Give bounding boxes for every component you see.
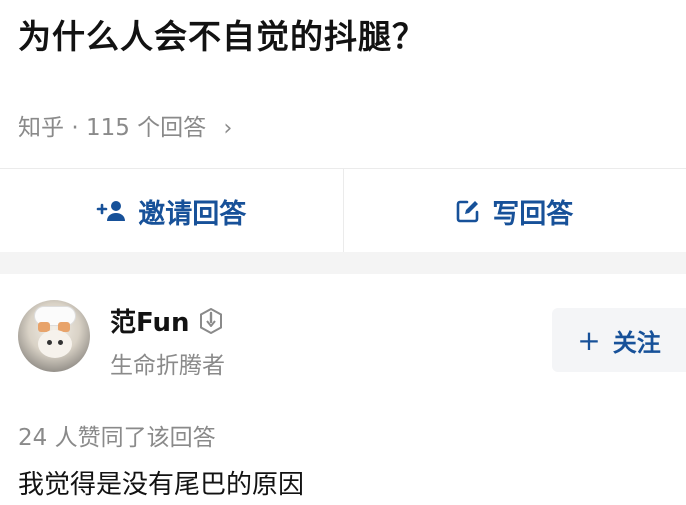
invite-answer-label: 邀请回答 <box>138 198 247 230</box>
author-name-row[interactable]: 范Fun <box>110 302 224 339</box>
question-meta[interactable]: 知乎 · 115 个回答 › <box>18 108 232 142</box>
edit-icon <box>456 200 479 223</box>
answer-content[interactable]: 我觉得是没有尾巴的原因 <box>18 464 304 501</box>
question-actions: 邀请回答 写回答 <box>0 168 686 253</box>
author-name[interactable]: 范Fun <box>110 302 190 339</box>
vote-count: 24 人赞同了该回答 <box>18 425 216 451</box>
write-answer-label: 写回答 <box>492 198 574 230</box>
invite-answer-button[interactable]: 邀请回答 <box>0 169 343 253</box>
add-person-icon <box>96 201 126 221</box>
author-avatar[interactable] <box>18 300 90 372</box>
answer-count: 115 个回答 <box>85 115 207 141</box>
plus-icon: + <box>577 323 601 357</box>
chevron-right-icon: › <box>223 116 233 141</box>
source-label: 知乎 <box>18 115 64 141</box>
follow-button[interactable]: + 关注 <box>552 308 686 372</box>
write-answer-button[interactable]: 写回答 <box>342 169 686 253</box>
author-bio: 生命折腾者 <box>110 353 225 379</box>
question-title[interactable]: 为什么人会不自觉的抖腿？ <box>18 10 426 58</box>
follow-label: 关注 <box>612 328 661 357</box>
section-divider <box>0 252 686 274</box>
verified-badge-icon <box>199 307 222 334</box>
meta-separator: · <box>71 115 79 141</box>
